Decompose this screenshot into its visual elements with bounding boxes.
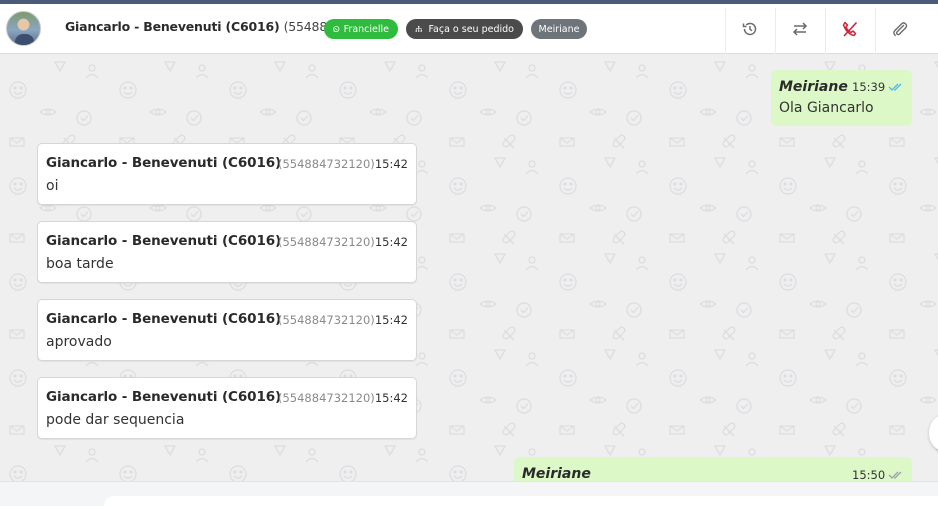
incoming-message[interactable]: Giancarlo - Benevenuti (C6016) (55488473…: [37, 299, 417, 361]
message-sender: Meiriane: [522, 466, 591, 481]
message-sender-phone: (554884732120): [278, 235, 375, 249]
message-time: 15:50: [852, 468, 886, 481]
whatsapp-connection-tag[interactable]: Francielle: [324, 19, 398, 39]
contact-name: Giancarlo - Benevenuti (C6016): [65, 19, 280, 34]
attach-icon[interactable]: [890, 19, 910, 39]
whatsapp-icon: [333, 25, 340, 33]
incoming-message[interactable]: Giancarlo - Benevenuti (C6016) (55488473…: [37, 143, 417, 205]
message-sender: Giancarlo - Benevenuti (C6016): [46, 311, 282, 327]
end-call-icon[interactable]: [840, 19, 860, 39]
incoming-message[interactable]: Giancarlo - Benevenuti (C6016) (55488473…: [37, 221, 417, 283]
message-time: 15:42: [374, 313, 408, 327]
header-divider: [775, 8, 776, 54]
message-time: 15:42: [374, 157, 408, 171]
read-ticks-icon: [888, 83, 902, 91]
order-queue-tag[interactable]: Faça o seu pedido: [406, 19, 523, 39]
assigned-user-tag[interactable]: Meiriane: [531, 19, 587, 39]
message-text: aprovado: [46, 334, 112, 350]
avatar[interactable]: [6, 11, 41, 46]
message-sender: Giancarlo - Benevenuti (C6016): [46, 233, 282, 249]
message-text: boa tarde: [46, 256, 114, 272]
user-tag-label: Meiriane: [538, 23, 580, 35]
transfer-icon[interactable]: [790, 19, 810, 39]
message-sender-phone: (554884732120): [278, 157, 375, 171]
message-sender-phone: (554884732120): [278, 391, 375, 405]
message-sender: Meiriane: [779, 79, 848, 95]
message-time: 15:39: [852, 80, 886, 94]
delivered-ticks-icon: [888, 471, 902, 479]
message-text: oi: [46, 178, 59, 194]
history-icon[interactable]: [740, 19, 760, 39]
chat-header: Giancarlo - Benevenuti (C6016) (55488473…: [0, 4, 938, 54]
outgoing-message[interactable]: Meiriane 15:50: [514, 457, 912, 481]
outgoing-message[interactable]: Meiriane 15:39 Ola Giancarlo: [771, 70, 912, 126]
message-input[interactable]: [104, 496, 938, 506]
message-text: Ola Giancarlo: [779, 100, 874, 116]
message-sender-phone: (554884732120): [278, 313, 375, 327]
message-composer: [0, 481, 938, 506]
message-sender: Giancarlo - Benevenuti (C6016): [46, 155, 282, 171]
header-divider: [825, 8, 826, 54]
order-tag-label: Faça o seu pedido: [428, 23, 514, 35]
message-time: 15:42: [374, 391, 408, 405]
whatsapp-tag-label: Francielle: [343, 23, 389, 35]
incoming-message[interactable]: Giancarlo - Benevenuti (C6016) (55488473…: [37, 377, 417, 439]
sitemap-icon: [415, 25, 422, 32]
message-sender: Giancarlo - Benevenuti (C6016): [46, 389, 282, 405]
chat-messages-area[interactable]: Meiriane 15:39 Ola Giancarlo Giancarlo -…: [0, 54, 938, 481]
message-text: pode dar sequencia: [46, 412, 185, 428]
header-divider: [725, 8, 726, 54]
message-time: 15:42: [374, 235, 408, 249]
header-divider: [875, 8, 876, 54]
